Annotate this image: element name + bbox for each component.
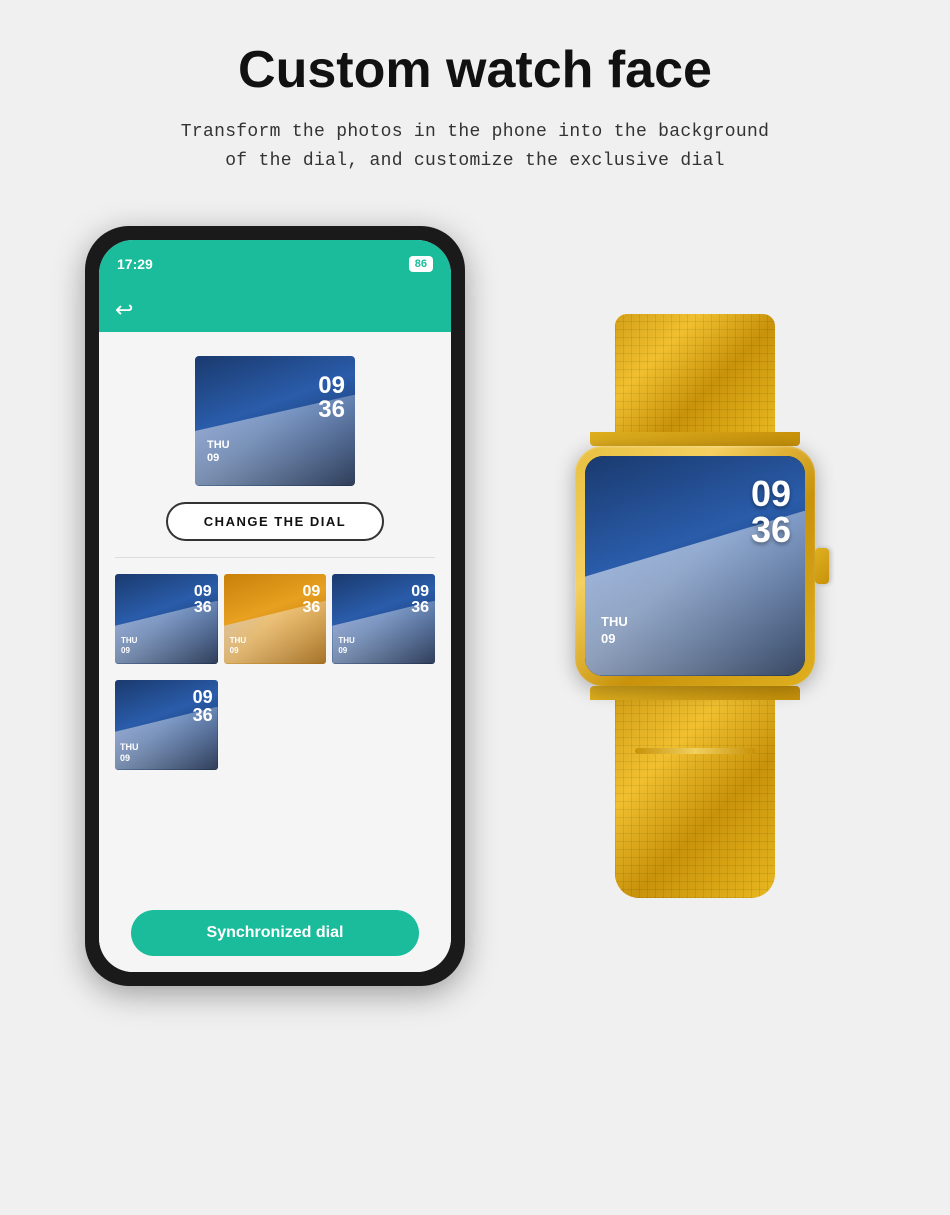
phone-status-bar: 17:29 86 (99, 240, 451, 288)
band-mesh-top (615, 314, 775, 434)
watch-lug-top (590, 432, 800, 446)
grid-face-3[interactable]: 0936 THU09 (332, 574, 435, 664)
face-date-display: THU09 (207, 439, 230, 465)
watch-date-display: THU09 (601, 614, 628, 648)
devices-row: 17:29 86 ↩ 0936 THU09 (30, 226, 920, 986)
phone: 17:29 86 ↩ 0936 THU09 (85, 226, 465, 986)
faces-grid-row2: 0936 THU09 (115, 680, 435, 770)
smartwatch: 0936 THU09 (525, 266, 865, 946)
featured-watch-face: 0936 THU09 (195, 356, 355, 486)
change-dial-button[interactable]: CHANGE THE DIAL (166, 502, 384, 541)
back-icon[interactable]: ↩ (115, 297, 133, 323)
watch-screen-background: 0936 THU09 (585, 456, 805, 676)
watch-time-display: 0936 (751, 476, 791, 548)
face-background: 0936 THU09 (195, 356, 355, 486)
faces-grid-row1: 0936 THU09 0936 THU09 (115, 574, 435, 664)
status-time: 17:29 (117, 256, 153, 272)
phone-toolbar: ↩ (99, 288, 451, 332)
face-time-display: 0936 (318, 374, 345, 422)
synchronized-dial-button[interactable]: Synchronized dial (131, 910, 419, 956)
phone-outer: 17:29 86 ↩ 0936 THU09 (85, 226, 465, 986)
phone-content: 0936 THU09 CHANGE THE DIAL 0936 (99, 332, 451, 972)
band-mesh-bottom (615, 698, 775, 898)
watch-case: 0936 THU09 (575, 446, 815, 686)
phone-screen: 17:29 86 ↩ 0936 THU09 (99, 240, 451, 972)
grid-face-1[interactable]: 0936 THU09 (115, 574, 218, 664)
watch-band-top (615, 314, 775, 434)
page-subtitle: Transform the photos in the phone into t… (181, 118, 769, 176)
page-title: Custom watch face (238, 40, 712, 100)
watch-lug-bottom (590, 686, 800, 700)
watch-screen: 0936 THU09 (585, 456, 805, 676)
grid-face-2[interactable]: 0936 THU09 (224, 574, 327, 664)
phone-divider (115, 557, 435, 558)
grid-face-4[interactable]: 0936 THU09 (115, 680, 218, 770)
band-clasp (635, 748, 755, 754)
watch-band-bottom (615, 698, 775, 898)
watch-crown (815, 548, 829, 584)
status-battery: 86 (409, 256, 433, 272)
